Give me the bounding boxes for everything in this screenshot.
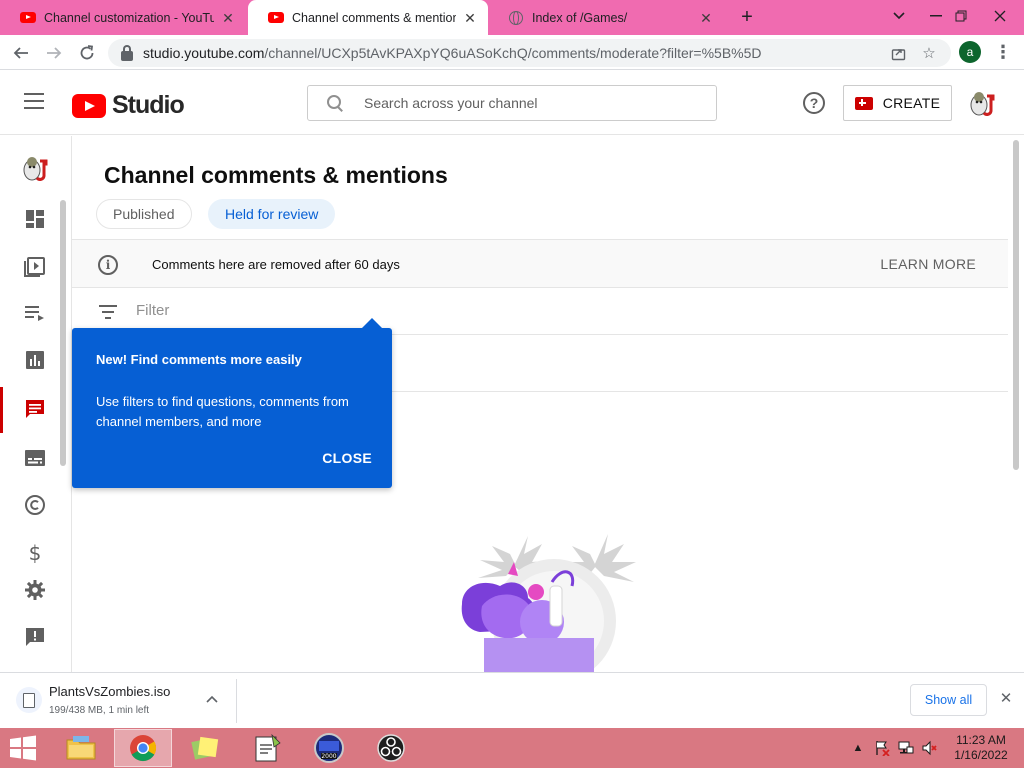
copyright-icon — [24, 494, 46, 519]
clock-date: 1/16/2022 — [954, 748, 1008, 762]
dashboard-icon — [25, 209, 45, 232]
create-video-icon — [854, 96, 873, 110]
sidebar-channel-avatar[interactable] — [20, 153, 50, 183]
profile-avatar[interactable]: a — [959, 41, 981, 63]
close-tab-icon[interactable]: ✕ — [462, 10, 478, 26]
game-2000-icon[interactable]: 2000 — [300, 729, 358, 767]
reload-icon[interactable] — [74, 40, 100, 66]
tooltip-arrow — [362, 318, 382, 328]
show-hidden-icons-icon[interactable]: ▲ — [850, 740, 866, 756]
window-close-icon[interactable] — [979, 0, 1021, 32]
sidebar-item-feedback[interactable] — [0, 615, 70, 661]
filter-icon[interactable] — [99, 305, 117, 319]
sidebar-item-copyright[interactable] — [0, 483, 70, 529]
gear-icon — [24, 579, 46, 604]
action-center-flag-icon[interactable] — [874, 740, 890, 756]
browser-tab-strip: Channel customization - YouTube ✕ Channe… — [0, 0, 1024, 35]
studio-header: Studio ? CREATE — [0, 71, 1024, 135]
browser-toolbar: studio.youtube.com/channel/UCXp5tAvKPAXp… — [0, 35, 1024, 70]
tab-channel-comments[interactable]: Channel comments & mentions ✕ — [248, 0, 488, 35]
analytics-icon — [25, 350, 45, 373]
sidebar-scrollbar[interactable] — [60, 200, 66, 466]
network-icon[interactable] — [898, 740, 914, 756]
tooltip-body: Use filters to find questions, comments … — [96, 394, 349, 429]
divider — [236, 679, 237, 723]
youtube-favicon-icon — [268, 10, 284, 26]
create-label: CREATE — [882, 95, 941, 111]
playlists-icon — [24, 305, 46, 324]
filters-tooltip: New! Find comments more easily Use filte… — [72, 318, 392, 488]
comments-icon — [24, 398, 46, 423]
download-shelf: PlantsVsZombies.iso 199/438 MB, 1 min le… — [0, 672, 1024, 728]
close-icon[interactable]: ✕ — [998, 690, 1014, 708]
tab-held-for-review[interactable]: Held for review — [208, 199, 336, 229]
windows-taskbar: 2000 ▲ 11:23 AM 1/16/2022 — [0, 728, 1024, 768]
notepad-plus-plus-icon[interactable] — [238, 729, 296, 767]
empty-state-illustration — [432, 526, 652, 672]
learn-more-link[interactable]: LEARN MORE — [880, 256, 976, 272]
retention-notice: i Comments here are removed after 60 day… — [72, 239, 1008, 288]
tooltip-close-button[interactable]: CLOSE — [322, 450, 372, 466]
channel-avatar[interactable] — [967, 88, 997, 118]
search-input[interactable] — [364, 95, 694, 111]
chrome-icon[interactable] — [114, 729, 172, 767]
restore-icon[interactable] — [940, 0, 982, 32]
feedback-icon — [24, 626, 46, 651]
studio-logo[interactable]: Studio — [72, 91, 185, 120]
globe-favicon-icon — [508, 10, 524, 26]
back-arrow-icon[interactable] — [8, 40, 34, 66]
youtube-logo-icon — [72, 93, 106, 118]
address-bar[interactable]: studio.youtube.com/channel/UCXp5tAvKPAXp… — [108, 39, 951, 67]
tab-published[interactable]: Published — [96, 199, 192, 229]
new-tab-icon[interactable]: + — [736, 6, 758, 28]
studio-sidebar: $ — [0, 136, 72, 672]
taskbar-clock[interactable]: 11:23 AM 1/16/2022 — [946, 733, 1016, 763]
chevron-up-icon[interactable] — [204, 691, 220, 707]
sticky-notes-icon[interactable] — [176, 729, 234, 767]
show-all-button[interactable]: Show all — [910, 684, 987, 716]
lock-icon[interactable] — [121, 44, 133, 61]
tab-title: Index of /Games/ — [532, 10, 628, 25]
notice-text: Comments here are removed after 60 days — [152, 257, 400, 272]
forward-arrow-icon[interactable] — [41, 40, 67, 66]
windows-start-icon[interactable] — [8, 735, 38, 761]
clock-time: 11:23 AM — [956, 733, 1006, 747]
studio-logo-text: Studio — [112, 91, 185, 119]
url-text: studio.youtube.com/channel/UCXp5tAvKPAXp… — [143, 45, 762, 61]
file-icon — [16, 687, 42, 713]
browser-menu-icon[interactable]: ⋮ — [994, 40, 1012, 64]
tab-channel-customization[interactable]: Channel customization - YouTube ✕ — [0, 0, 246, 35]
filter-input[interactable]: Filter — [136, 302, 169, 319]
tooltip-title: New! Find comments more easily — [96, 352, 302, 367]
download-file-name[interactable]: PlantsVsZombies.iso — [49, 684, 170, 699]
main-scrollbar[interactable] — [1013, 140, 1019, 470]
search-icon — [326, 94, 344, 112]
bookmark-star-icon[interactable]: ☆ — [920, 44, 938, 62]
create-button[interactable]: CREATE — [843, 85, 952, 121]
file-explorer-icon[interactable] — [52, 729, 110, 767]
info-icon: i — [98, 255, 118, 275]
tab-title: Channel comments & mentions — [292, 10, 456, 25]
share-icon[interactable] — [889, 44, 907, 62]
subtitles-icon — [24, 449, 46, 470]
close-tab-icon[interactable]: ✕ — [220, 10, 236, 26]
page-title: Channel comments & mentions — [104, 162, 448, 188]
volume-muted-icon[interactable] — [922, 740, 938, 756]
tab-search-chevron-icon[interactable] — [878, 0, 920, 32]
youtube-favicon-icon — [20, 10, 36, 26]
tab-title: Channel customization - YouTube — [44, 10, 214, 25]
svg-text:2000: 2000 — [321, 753, 336, 760]
dollar-icon: $ — [28, 541, 42, 565]
content-icon — [24, 255, 46, 280]
download-status: 199/438 MB, 1 min left — [49, 705, 150, 716]
obs-studio-icon[interactable] — [362, 729, 420, 767]
close-tab-icon[interactable]: ✕ — [698, 10, 714, 26]
channel-search[interactable] — [307, 85, 717, 121]
help-icon[interactable]: ? — [803, 92, 825, 114]
tab-index-games[interactable]: Index of /Games/ ✕ — [488, 0, 724, 35]
hamburger-menu-icon[interactable] — [24, 93, 44, 113]
sidebar-item-settings[interactable] — [0, 568, 70, 614]
